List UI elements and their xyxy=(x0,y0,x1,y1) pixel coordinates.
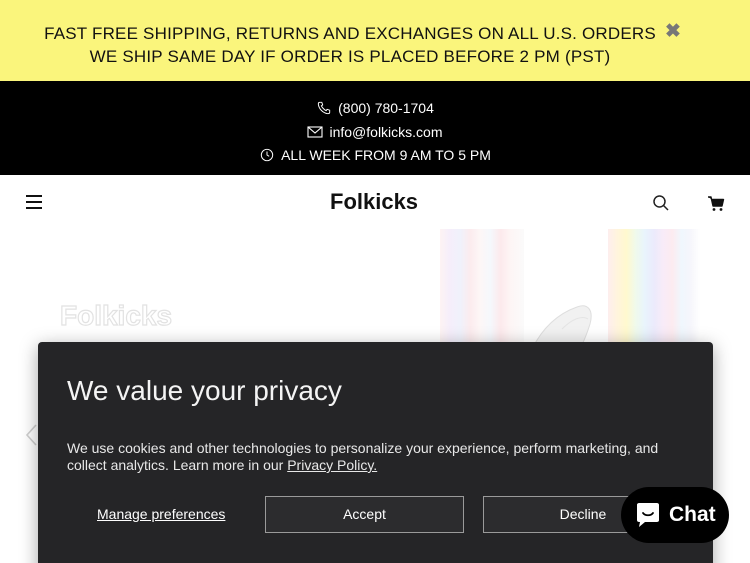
cart-icon[interactable] xyxy=(706,193,726,213)
chevron-left-icon[interactable] xyxy=(24,423,38,447)
announcement-bar: FAST FREE SHIPPING, RETURNS AND EXCHANGE… xyxy=(0,0,750,81)
contact-bar: (800) 780-1704 info@folkicks.com ALL WEE… xyxy=(0,81,750,175)
site-header: Folkicks xyxy=(0,175,750,229)
phone-icon xyxy=(317,101,331,115)
hero-watermark-logo: Folkicks xyxy=(59,299,172,331)
privacy-title: We value your privacy xyxy=(67,375,342,406)
chat-bubble-icon xyxy=(637,503,659,527)
announcement-line-same-day: WE SHIP SAME DAY IF ORDER IS PLACED BEFO… xyxy=(89,47,611,66)
chat-button[interactable]: Chat xyxy=(621,487,729,543)
contact-hours: ALL WEEK FROM 9 AM TO 5 PM xyxy=(281,147,491,163)
close-icon[interactable]: ✖ xyxy=(663,21,683,43)
privacy-banner: We value your privacy We use cookies and… xyxy=(38,342,713,563)
privacy-policy-link[interactable]: Privacy Policy. xyxy=(287,457,377,473)
shoe-image xyxy=(531,305,592,349)
menu-icon[interactable] xyxy=(26,195,42,209)
announcement-line-shipping: FAST FREE SHIPPING, RETURNS AND EXCHANGE… xyxy=(44,24,656,43)
manage-preferences-link[interactable]: Manage preferences xyxy=(97,506,225,522)
hero-color-stripes-right xyxy=(608,229,700,349)
privacy-description: We use cookies and other technologies to… xyxy=(67,440,687,474)
chat-label: Chat xyxy=(669,503,716,526)
contact-email-row[interactable]: info@folkicks.com xyxy=(0,124,750,140)
search-icon[interactable] xyxy=(651,193,671,213)
contact-phone-row[interactable]: (800) 780-1704 xyxy=(0,100,750,116)
mail-icon xyxy=(307,126,324,138)
contact-phone: (800) 780-1704 xyxy=(338,100,434,116)
clock-icon xyxy=(260,148,274,162)
hero-watermark-text: Folkicks xyxy=(60,300,172,331)
folkicks-logo[interactable]: Folkicks xyxy=(328,187,424,215)
accept-button[interactable]: Accept xyxy=(265,496,464,533)
contact-email: info@folkicks.com xyxy=(329,124,443,140)
logo-text: Folkicks xyxy=(330,189,418,214)
contact-hours-row: ALL WEEK FROM 9 AM TO 5 PM xyxy=(0,147,750,163)
